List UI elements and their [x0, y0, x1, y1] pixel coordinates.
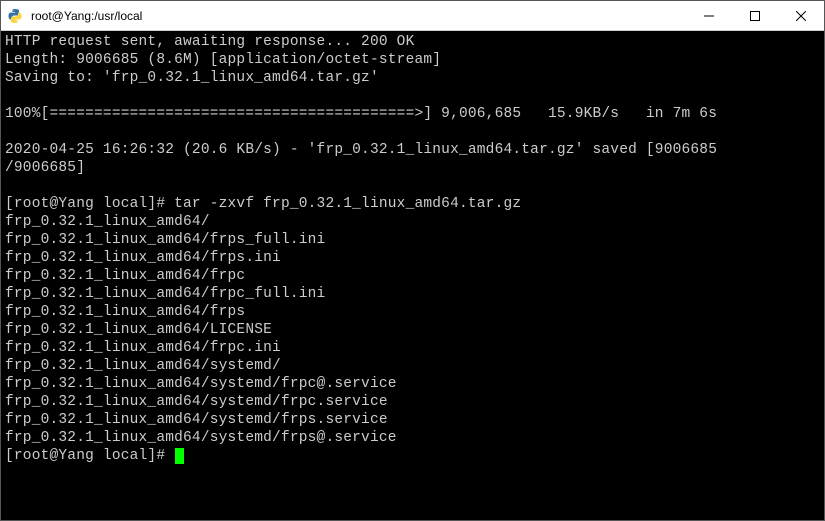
python-icon: [1, 8, 29, 24]
cursor: [175, 448, 184, 464]
titlebar[interactable]: root@Yang:/usr/local: [1, 1, 824, 31]
minimize-button[interactable]: [686, 1, 732, 30]
prompt: [root@Yang local]#: [5, 448, 174, 464]
terminal-output[interactable]: HTTP request sent, awaiting response... …: [1, 31, 824, 520]
close-button[interactable]: [778, 1, 824, 30]
window-title: root@Yang:/usr/local: [29, 9, 686, 23]
maximize-button[interactable]: [732, 1, 778, 30]
window: root@Yang:/usr/local HTTP request sent, …: [0, 0, 825, 521]
window-controls: [686, 1, 824, 30]
